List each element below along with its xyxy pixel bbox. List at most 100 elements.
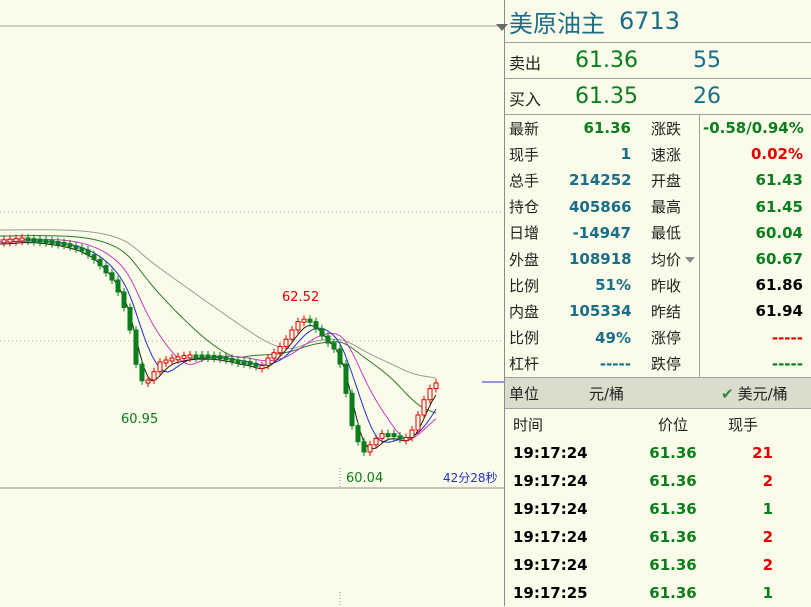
candle <box>55 241 61 245</box>
candle <box>343 363 349 394</box>
tick-price: 61.36 <box>649 472 697 490</box>
sell-row[interactable]: 卖出 61.36 55 <box>505 43 811 79</box>
chart-low-label-left: 60.95 <box>121 412 158 427</box>
candle <box>211 354 217 359</box>
tick-volume: 2 <box>762 556 773 574</box>
stat-label: 开盘 <box>651 171 682 190</box>
tick-header: 时间 价位 现手 <box>505 409 811 439</box>
stat-value: 61.45 <box>755 197 803 216</box>
candle <box>337 348 343 365</box>
currency-label: 美元/桶 <box>737 384 788 403</box>
tick-volume: 2 <box>762 528 773 546</box>
tick-time: 19:17:25 <box>513 584 588 602</box>
instrument-header[interactable]: 美原油主 6713 <box>496 0 811 43</box>
stat-value: -0.58/0.94% <box>703 119 804 138</box>
tick-price: 61.36 <box>649 444 697 462</box>
stat-row: 持仓 405866 最高 61.45 <box>505 194 811 220</box>
check-icon: ✔ <box>721 384 734 403</box>
unit-value: 元/桶 <box>589 384 625 403</box>
moving-average-line <box>0 241 437 450</box>
stat-value: 105334 <box>569 302 632 321</box>
stat-label: 杠杆 <box>509 355 540 374</box>
stat-label: 比例 <box>509 329 540 348</box>
stat-row: 内盘 105334 昨结 61.94 <box>505 298 811 324</box>
candle <box>277 345 283 354</box>
sell-volume: 55 <box>693 48 721 73</box>
candle <box>199 354 205 359</box>
moving-average-line <box>0 240 437 443</box>
moving-average-line <box>0 235 437 414</box>
tick-price: 61.36 <box>649 556 697 574</box>
candle <box>235 359 241 364</box>
candle <box>79 247 85 252</box>
chevron-down-icon[interactable] <box>496 24 508 31</box>
candle <box>325 335 331 344</box>
candle <box>409 429 415 438</box>
stat-value: ----- <box>771 328 803 347</box>
tick-row: 19:17:24 61.36 2 <box>505 523 811 551</box>
stat-label: 涨停 <box>651 329 682 348</box>
buy-row[interactable]: 买入 61.35 26 <box>505 79 811 115</box>
candle <box>313 321 319 330</box>
candle <box>127 307 133 331</box>
buy-volume: 26 <box>693 84 721 109</box>
candle <box>133 329 139 365</box>
candlestick-chart[interactable]: 62.52 60.95 60.04 42分28秒 <box>0 0 504 606</box>
tick-row: 19:17:24 61.36 2 <box>505 467 811 495</box>
stat-value: ----- <box>599 354 631 373</box>
tick-header-price: 价位 <box>657 415 688 434</box>
candle <box>397 435 403 440</box>
candle <box>403 437 409 441</box>
stat-label: 现手 <box>509 145 540 164</box>
stat-label: 速涨 <box>651 145 682 164</box>
candle <box>43 239 49 244</box>
tick-volume: 1 <box>762 584 773 602</box>
stat-value: 108918 <box>569 250 632 269</box>
instrument-name: 美原油主 <box>509 9 605 38</box>
stat-row: 比例 49% 涨停 ----- <box>505 325 811 351</box>
candle <box>157 361 163 373</box>
stat-row: 最新 61.36 涨跌 -0.58/0.94% <box>505 115 811 141</box>
candle <box>229 357 235 362</box>
candle <box>433 382 439 390</box>
candle <box>217 355 223 360</box>
stat-label: 总手 <box>509 171 540 190</box>
stat-label: 跌停 <box>651 355 682 374</box>
candle <box>73 245 79 250</box>
candle <box>307 318 313 323</box>
candle <box>367 444 373 453</box>
stat-value: 51% <box>595 276 631 295</box>
candle <box>205 354 211 359</box>
candle <box>187 354 193 359</box>
unit-bar: 单位 元/桶 ✔ 美元/桶 <box>505 378 811 409</box>
stat-value: 1 <box>620 145 631 164</box>
chevron-down-icon[interactable] <box>685 257 696 264</box>
candle <box>175 356 181 361</box>
stat-row: 杠杆 ----- 跌停 ----- <box>505 351 811 377</box>
tick-list[interactable]: 时间 价位 现手 19:17:24 61.36 21 19:17:24 61.36 2 19… <box>505 409 811 607</box>
quote-panel: 美原油主 6713 卖出 61.36 55 买入 61.35 26 最新 61.3… <box>496 0 811 607</box>
stat-row: 日增 -14947 最低 60.04 <box>505 220 811 246</box>
currency-toggle[interactable]: ✔ 美元/桶 <box>721 383 788 404</box>
candle <box>109 272 115 281</box>
chart-high-label: 62.52 <box>282 290 319 305</box>
stat-label: 昨结 <box>651 302 682 321</box>
candle <box>85 249 91 256</box>
candle <box>7 238 13 243</box>
stat-row: 现手 1 速涨 0.02% <box>505 141 811 167</box>
tick-volume: 21 <box>752 444 773 462</box>
stat-value: 214252 <box>569 171 632 190</box>
candle <box>37 238 43 243</box>
tick-row: 19:17:24 61.36 2 <box>505 551 811 579</box>
tick-price: 61.36 <box>649 584 697 602</box>
candle <box>31 238 37 243</box>
stat-value: 61.86 <box>755 276 803 295</box>
candle <box>121 291 127 308</box>
candle <box>301 318 307 323</box>
stat-label: 外盘 <box>509 250 540 269</box>
tick-row: 19:17:24 61.36 1 <box>505 495 811 523</box>
stat-label: 最新 <box>509 119 540 138</box>
candle <box>193 354 199 359</box>
stat-row: 外盘 108918 均价 60.67 <box>505 246 811 272</box>
candle <box>361 441 367 453</box>
